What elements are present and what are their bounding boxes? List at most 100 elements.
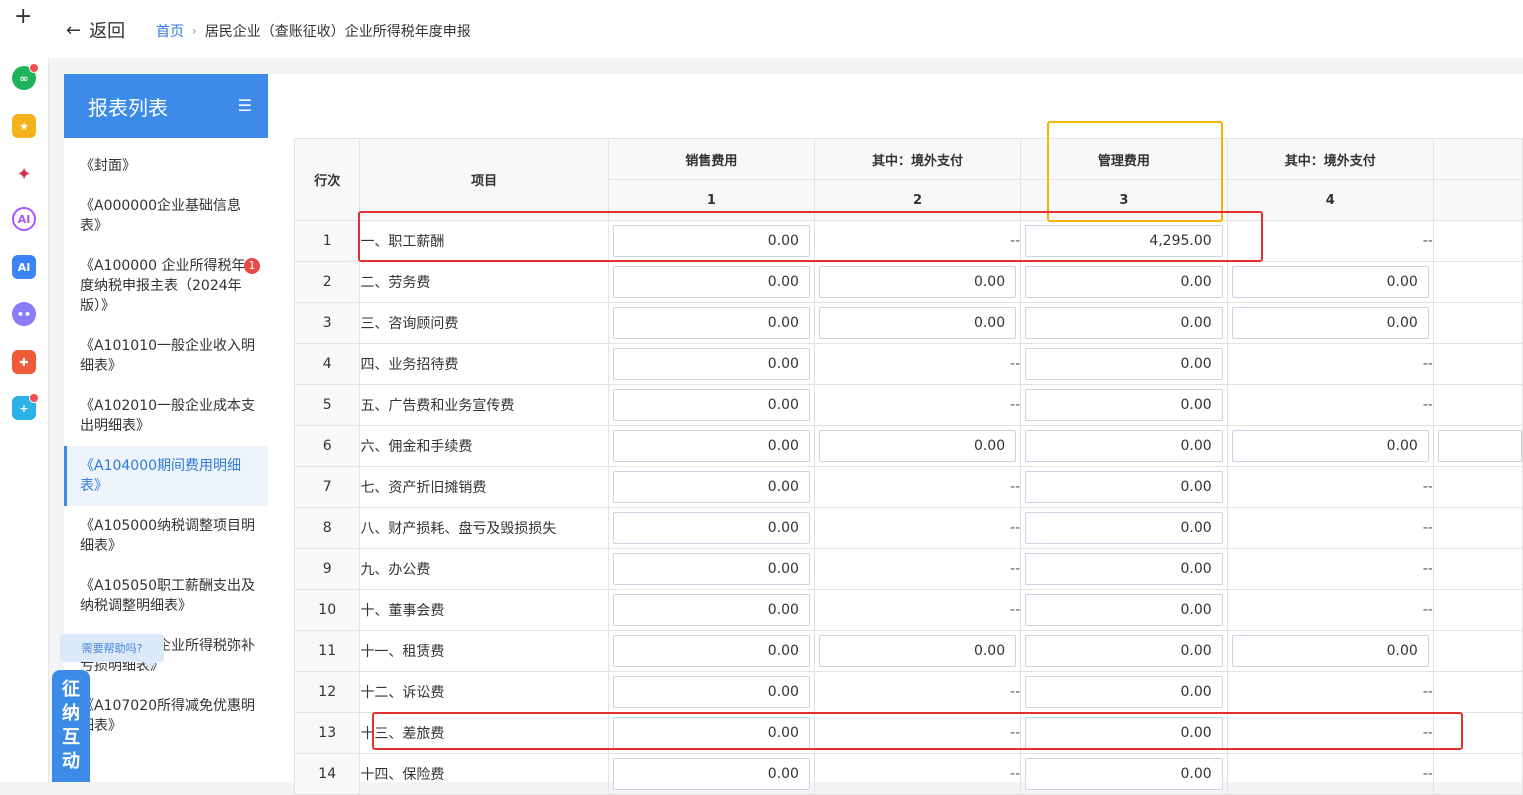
header-col-5 [1432,138,1523,180]
arrow-left-icon: ← [66,19,82,41]
cell-container: 4,295.00 [1020,220,1228,262]
cell-not-applicable: -- [813,712,1022,754]
report-list-item[interactable]: 《A000000企业基础信息表》 [64,186,268,246]
cell-col-5 [1432,589,1523,631]
amount-input-col-3[interactable]: 0.00 [1025,758,1223,790]
report-list-panel: 报表列表 ☰ 《封面》 《A000000企业基础信息表》 《A100000 企业所得… [64,74,268,782]
row-item-name: 十四、保险费 [359,753,609,795]
link-app-icon[interactable]: ∞ [12,63,39,90]
back-label: 返回 [89,21,126,42]
amount-input-col-3[interactable]: 0.00 [1025,512,1223,544]
report-list-item[interactable]: 《A101010一般企业收入明细表》 [64,326,268,386]
amount-input-col-3[interactable]: 0.00 [1025,348,1223,380]
collapse-menu-icon[interactable]: ☰ [238,96,252,115]
amount-input-col-2[interactable]: 0.00 [818,266,1017,298]
amount-input-col-3[interactable]: 0.00 [1025,717,1223,749]
game-app-icon[interactable]: ✚ [12,350,36,374]
row-number: 13 [293,712,361,754]
report-list-item[interactable]: 《A107020所得减免优惠明细表》 [64,686,268,746]
cell-col-5 [1432,630,1523,672]
ai-app-icon[interactable]: AI [12,255,36,279]
amount-input-col-3[interactable]: 0.00 [1025,389,1223,421]
amount-input-col-4[interactable]: 0.00 [1231,635,1429,667]
amount-input-col-5[interactable] [1437,430,1522,462]
report-list-item[interactable]: 《A105050职工薪酬支出及纳税调整明细表》 [64,566,268,626]
cell-container: 0.00 [607,384,815,426]
cell-container: 0.00 [1020,630,1228,672]
report-list-item[interactable]: 《A102010一般企业成本支出明细表》 [64,386,268,446]
top-bar: ← 返回 首页 › 居民企业（查账征收）企业所得税年度申报 [48,0,1523,58]
breadcrumb-home[interactable]: 首页 [156,21,184,41]
amount-input-col-3[interactable]: 4,295.00 [1025,225,1223,257]
cell-col-5 [1432,261,1523,303]
cell-col-5 [1432,302,1523,344]
amount-input-col-3[interactable]: 0.00 [1025,553,1223,585]
amount-input-col-1[interactable]: 0.00 [612,430,810,462]
cell-not-applicable: -- [813,507,1022,549]
amount-input-col-3[interactable]: 0.00 [1025,266,1223,298]
amount-input-col-1[interactable]: 0.00 [612,717,810,749]
amount-input-col-1[interactable]: 0.00 [612,307,810,339]
amount-input-col-3[interactable]: 0.00 [1025,676,1223,708]
row-number: 3 [293,302,361,344]
amount-input-col-1[interactable]: 0.00 [612,225,810,257]
amount-input-col-4[interactable]: 0.00 [1231,307,1429,339]
amount-input-col-1[interactable]: 0.00 [612,758,810,790]
help-tooltip[interactable]: 需要帮助吗? [60,634,164,670]
cell-container: 0.00 [607,589,815,631]
report-list-item[interactable]: 《A100000 企业所得税年度纳税申报主表（2024年版）》 1 [64,246,268,326]
plus-app-icon[interactable]: + [12,393,39,420]
row-number: 5 [293,384,361,426]
breadcrumb: 首页 › 居民企业（查账征收）企业所得税年度申报 [156,21,471,41]
interaction-button[interactable]: 征 纳 互 动 [52,670,90,782]
report-list-item[interactable]: 《A104000期间费用明细表》 [64,446,268,506]
amount-input-col-2[interactable]: 0.00 [818,430,1017,462]
amount-input-col-1[interactable]: 0.00 [612,594,810,626]
amount-input-col-1[interactable]: 0.00 [612,512,810,544]
report-list-item[interactable]: 《A105000纳税调整项目明细表》 [64,506,268,566]
amount-input-col-1[interactable]: 0.00 [612,266,810,298]
amount-input-col-2[interactable]: 0.00 [818,635,1017,667]
table-row: 12 十二、诉讼费 0.00 -- 0.00 -- [293,671,1523,713]
row-number: 4 [293,343,361,385]
amount-input-col-4[interactable]: 0.00 [1231,266,1429,298]
amount-input-col-1[interactable]: 0.00 [612,676,810,708]
report-list-item-label: 《A105050职工薪酬支出及纳税调整明细表》 [80,578,256,614]
amount-input-col-1[interactable]: 0.00 [612,471,810,503]
amount-input-col-3[interactable]: 0.00 [1025,471,1223,503]
amount-input-col-1[interactable]: 0.00 [612,553,810,585]
amount-input-col-1[interactable]: 0.00 [612,348,810,380]
row-item-name: 六、佣金和手续费 [359,425,609,467]
amount-input-col-1[interactable]: 0.00 [612,389,810,421]
amount-input-col-3[interactable]: 0.00 [1025,307,1223,339]
plus-icon[interactable]: + [14,6,32,28]
star-app-icon[interactable]: ★ [12,114,36,138]
cell-container: 0.00 [607,630,815,672]
amount-input-col-4[interactable]: 0.00 [1231,430,1429,462]
row-number: 9 [293,548,361,590]
row-item-name: 十二、诉讼费 [359,671,609,713]
row-item-name: 三、咨询顾问费 [359,302,609,344]
ai-circle-app-icon[interactable]: AI [12,207,36,231]
amount-input-col-3[interactable]: 0.00 [1025,594,1223,626]
amount-input-col-3[interactable]: 0.00 [1025,635,1223,667]
cell-container: 0.00 [607,261,815,303]
cell-container: 0.00 [813,261,1022,303]
cell-not-applicable: -- [1226,343,1434,385]
cell-container: 0.00 [1226,425,1434,467]
cell-not-applicable: -- [813,753,1022,795]
robot-app-icon[interactable]: •• [12,302,36,326]
notification-badge: 1 [244,258,260,274]
network-app-icon[interactable]: ✦ [12,162,36,186]
row-item-name: 四、业务招待费 [359,343,609,385]
cell-container: 0.00 [1020,712,1228,754]
cell-container: 0.00 [607,220,815,262]
cell-container: 0.00 [607,507,815,549]
back-button[interactable]: ← 返回 [66,17,125,43]
amount-input-col-3[interactable]: 0.00 [1025,430,1223,462]
report-list-item[interactable]: 《封面》 [64,146,268,186]
cell-container: 0.00 [1020,507,1228,549]
amount-input-col-2[interactable]: 0.00 [818,307,1017,339]
amount-input-col-1[interactable]: 0.00 [612,635,810,667]
table-row: 10 十、董事会费 0.00 -- 0.00 -- [293,589,1523,631]
